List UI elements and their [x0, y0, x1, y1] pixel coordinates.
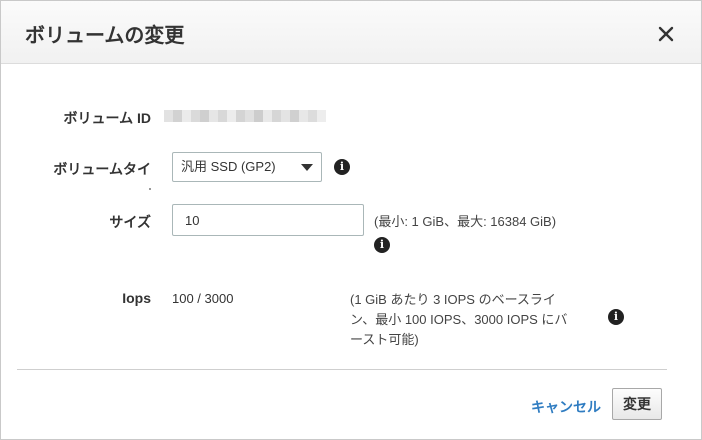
volume-type-info-icon[interactable]: i — [334, 159, 350, 175]
size-input[interactable] — [172, 204, 364, 236]
volume-type-selected: 汎用 SSD (GP2) — [181, 159, 276, 174]
volume-type-select[interactable]: 汎用 SSD (GP2) — [172, 152, 322, 182]
iops-value: 100 / 3000 — [172, 291, 234, 306]
modify-volume-dialog: ボリュームの変更 ボリューム ID ボリュームタイ 汎用 SSD (GP2) i… — [0, 0, 702, 440]
footer-divider — [17, 369, 667, 370]
volume-id-value-redacted — [164, 110, 326, 122]
iops-hint-line: ースト可能) — [350, 332, 419, 347]
dialog-header: ボリュームの変更 — [1, 1, 701, 64]
volume-type-label: ボリュームタイ — [53, 161, 151, 177]
size-label: サイズ — [109, 214, 151, 230]
iops-hint-line: ン、最小 100 IOPS、3000 IOPS にバ — [350, 312, 568, 327]
size-info-icon[interactable]: i — [374, 237, 390, 253]
iops-info-icon[interactable]: i — [608, 309, 624, 325]
chevron-down-icon — [301, 164, 313, 171]
volume-id-label: ボリューム ID — [63, 110, 151, 126]
size-hint: (最小: 1 GiB、最大: 16384 GiB) — [374, 214, 557, 229]
label-overflow-mark — [149, 188, 151, 190]
close-icon[interactable] — [655, 23, 677, 45]
iops-label: Iops — [122, 290, 151, 306]
cancel-button[interactable]: キャンセル — [531, 397, 601, 417]
modify-button[interactable]: 変更 — [612, 388, 662, 420]
iops-hint: (1 GiB あたり 3 IOPS のベースライ ン、最小 100 IOPS、3… — [350, 290, 590, 350]
iops-hint-line: (1 GiB あたり 3 IOPS のベースライ — [350, 292, 556, 307]
dialog-title: ボリュームの変更 — [25, 25, 185, 47]
